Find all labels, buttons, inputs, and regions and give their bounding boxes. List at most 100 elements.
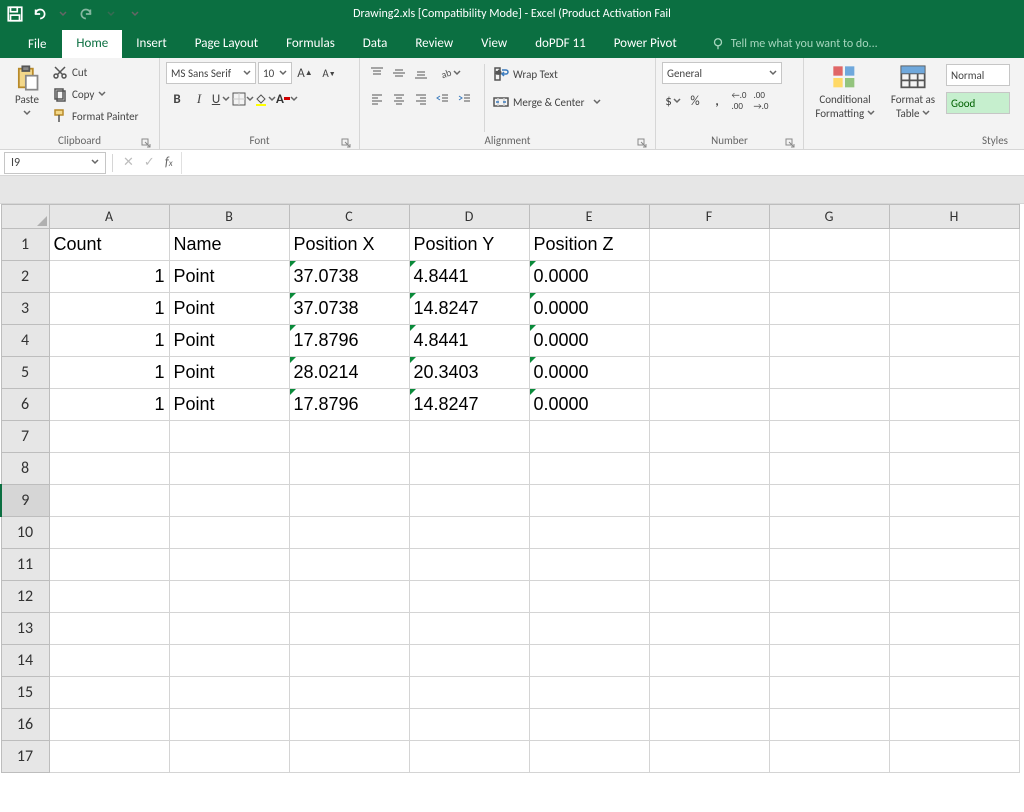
cell[interactable] (649, 645, 769, 677)
align-top-icon[interactable] (366, 62, 388, 84)
cell[interactable] (169, 581, 289, 613)
cell[interactable] (49, 645, 169, 677)
cell[interactable] (889, 549, 1019, 581)
copy-button[interactable]: Copy (52, 84, 138, 104)
cell[interactable]: Point (169, 293, 289, 325)
cell[interactable]: 17.8796 (289, 325, 409, 357)
fill-color-button[interactable] (254, 88, 276, 110)
cell[interactable] (529, 741, 649, 773)
font-size-selector[interactable]: 10 (258, 62, 292, 84)
wrap-text-button[interactable]: abWrap Text (493, 62, 601, 86)
tab-power-pivot[interactable]: Power Pivot (600, 30, 691, 58)
paste-button[interactable]: Paste (6, 62, 48, 120)
cell[interactable] (769, 581, 889, 613)
cell[interactable] (649, 453, 769, 485)
cell[interactable] (529, 581, 649, 613)
cell[interactable] (529, 709, 649, 741)
cell[interactable]: Position Y (409, 229, 529, 261)
increase-decimal-icon[interactable]: ←.0.00 (728, 90, 750, 112)
cell[interactable] (889, 325, 1019, 357)
cell[interactable] (889, 229, 1019, 261)
row-header[interactable]: 4 (1, 325, 49, 357)
cell[interactable] (409, 453, 529, 485)
cell[interactable] (649, 581, 769, 613)
cell[interactable] (769, 677, 889, 709)
column-header[interactable]: B (169, 205, 289, 229)
cell[interactable]: Position X (289, 229, 409, 261)
dialog-launcher-icon[interactable] (785, 138, 795, 148)
undo-icon[interactable] (30, 5, 48, 23)
cell[interactable] (289, 645, 409, 677)
cell[interactable] (889, 389, 1019, 421)
cell[interactable] (49, 741, 169, 773)
cell[interactable] (649, 389, 769, 421)
cell[interactable]: 1 (49, 389, 169, 421)
cell[interactable] (409, 421, 529, 453)
cell[interactable] (769, 645, 889, 677)
cell[interactable] (529, 645, 649, 677)
cell[interactable]: 1 (49, 357, 169, 389)
name-box[interactable]: I9 (4, 152, 106, 174)
cell[interactable] (769, 613, 889, 645)
row-header[interactable]: 1 (1, 229, 49, 261)
cell[interactable] (409, 613, 529, 645)
cell[interactable]: Point (169, 357, 289, 389)
undo-dropdown-icon[interactable] (54, 5, 72, 23)
cell[interactable]: 0.0000 (529, 357, 649, 389)
cell[interactable] (769, 421, 889, 453)
formula-input[interactable] (181, 152, 1024, 174)
cell[interactable] (289, 549, 409, 581)
cell[interactable] (409, 645, 529, 677)
style-normal[interactable]: Normal (946, 64, 1010, 86)
cell[interactable] (889, 357, 1019, 389)
cell[interactable] (289, 581, 409, 613)
cell[interactable]: 0.0000 (529, 389, 649, 421)
cell[interactable] (289, 517, 409, 549)
cell[interactable] (169, 645, 289, 677)
cell[interactable]: 0.0000 (529, 325, 649, 357)
orientation-button[interactable]: ab (432, 62, 468, 84)
cell[interactable] (649, 357, 769, 389)
cell[interactable] (889, 677, 1019, 709)
cell[interactable]: Point (169, 389, 289, 421)
row-header[interactable]: 17 (1, 741, 49, 773)
cell[interactable] (769, 325, 889, 357)
cell[interactable] (649, 229, 769, 261)
style-good[interactable]: Good (946, 92, 1010, 114)
cell[interactable] (889, 517, 1019, 549)
row-header[interactable]: 7 (1, 421, 49, 453)
cell[interactable] (889, 581, 1019, 613)
dialog-launcher-icon[interactable] (341, 138, 351, 148)
tab-page-layout[interactable]: Page Layout (181, 30, 272, 58)
tab-file[interactable]: File (12, 31, 62, 58)
cell[interactable] (409, 581, 529, 613)
column-header[interactable]: C (289, 205, 409, 229)
cell[interactable] (649, 325, 769, 357)
format-as-table-button[interactable]: Format as Table (884, 62, 942, 120)
row-header[interactable]: 16 (1, 709, 49, 741)
cell[interactable] (649, 485, 769, 517)
cell[interactable] (169, 549, 289, 581)
cell[interactable] (49, 581, 169, 613)
tab-data[interactable]: Data (349, 30, 402, 58)
cell[interactable] (769, 293, 889, 325)
cell[interactable]: 14.8247 (409, 389, 529, 421)
column-header[interactable]: A (49, 205, 169, 229)
row-header[interactable]: 6 (1, 389, 49, 421)
cell[interactable] (889, 645, 1019, 677)
cancel-icon[interactable]: ✕ (123, 155, 134, 170)
cell[interactable] (889, 453, 1019, 485)
column-header[interactable]: E (529, 205, 649, 229)
cell[interactable] (769, 261, 889, 293)
cell[interactable] (769, 357, 889, 389)
dialog-launcher-icon[interactable] (637, 138, 647, 148)
cell[interactable] (649, 677, 769, 709)
cell[interactable] (769, 517, 889, 549)
cell[interactable] (289, 709, 409, 741)
cell[interactable] (529, 421, 649, 453)
row-header[interactable]: 13 (1, 613, 49, 645)
row-header[interactable]: 12 (1, 581, 49, 613)
cell[interactable] (49, 613, 169, 645)
cell[interactable] (889, 741, 1019, 773)
redo-icon[interactable] (78, 5, 96, 23)
